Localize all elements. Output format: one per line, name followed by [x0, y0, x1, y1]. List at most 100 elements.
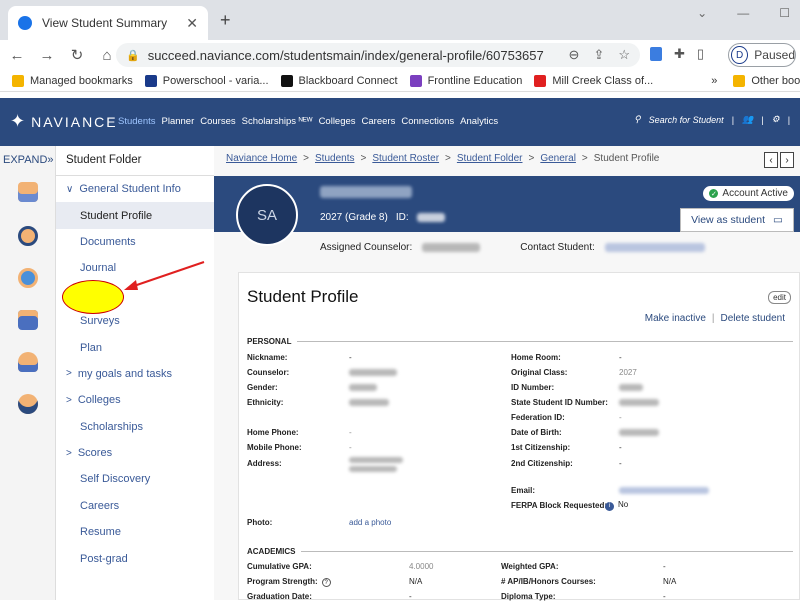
chevron-left-icon[interactable]: ‹ — [764, 152, 778, 168]
highlight-ellipse — [62, 280, 124, 314]
sidebar-item-careers[interactable]: Careers — [56, 493, 214, 519]
breadcrumb-general[interactable]: General — [540, 153, 576, 164]
gear-icon[interactable]: ⚙ — [772, 114, 780, 125]
folder-person-icon[interactable] — [18, 182, 38, 202]
status-badge: ✓ Account Active — [703, 186, 794, 201]
chevron-right-icon[interactable]: › — [780, 152, 794, 168]
cumulative-gpa-label: Cumulative GPA: — [247, 562, 312, 571]
sidebar-item-self-discovery[interactable]: Self Discovery — [56, 466, 214, 492]
avatar: SA — [236, 184, 298, 246]
chevron-right-icon: > — [66, 394, 72, 406]
citizenship-1-label: 1st Citizenship: — [511, 443, 571, 452]
sidebar-item-scholarships[interactable]: Scholarships — [56, 414, 214, 440]
naviance-logo[interactable]: ✦ NAVIANCE — [10, 111, 118, 132]
sidebar-item-resume[interactable]: Resume — [56, 519, 214, 545]
search-person-icon[interactable] — [18, 226, 38, 246]
sidebar-item-goals[interactable]: > my goals and tasks — [56, 361, 214, 387]
back-icon[interactable]: ← — [4, 47, 30, 64]
main-content: Naviance Home > Students > Student Roster >… — [214, 146, 800, 601]
bookmarks-overflow[interactable]: » — [711, 75, 717, 87]
sidepanel-icon[interactable]: ▯ — [697, 46, 704, 62]
nav-planner[interactable]: Planner — [162, 116, 195, 127]
sidebar-item-colleges[interactable]: > Colleges — [56, 387, 214, 413]
add-photo-link[interactable]: add a photo — [349, 518, 391, 527]
email-label: Email: — [511, 486, 536, 495]
minimize-icon[interactable]: — — [737, 6, 749, 20]
chevron-down-icon[interactable]: ⌄ — [697, 6, 707, 20]
other-bookmarks[interactable]: Other bookma — [733, 74, 800, 87]
mobile-phone-value: - — [349, 443, 352, 452]
close-tab-icon[interactable]: ✕ — [186, 15, 198, 32]
url-text: succeed.naviance.com/studentsmain/index/… — [147, 47, 544, 63]
edit-button[interactable]: edit — [768, 291, 791, 304]
bookmark-millcreek[interactable]: Mill Creek Class of... — [534, 74, 653, 87]
browser-tab[interactable]: View Student Summary ✕ — [8, 6, 208, 40]
expand-button[interactable]: EXPAND» — [3, 154, 54, 166]
counselor-value-redacted — [349, 369, 397, 378]
forward-icon[interactable]: → — [34, 47, 60, 64]
extension-icon[interactable] — [650, 47, 662, 61]
bookmark-powerschool[interactable]: Powerschool - varia... — [144, 74, 269, 87]
search-icon[interactable]: ⚲ — [634, 114, 641, 125]
nav-students[interactable]: Students — [118, 116, 156, 127]
delete-student-link[interactable]: Delete student — [721, 313, 786, 324]
nav-connections[interactable]: Connections — [401, 116, 454, 127]
support-icon[interactable] — [18, 268, 38, 288]
zoom-icon[interactable]: ⊖ — [569, 47, 580, 63]
restore-icon[interactable]: ☐ — [779, 6, 790, 20]
reload-icon[interactable]: ↻ — [64, 46, 90, 64]
search-student-link[interactable]: Search for Student — [649, 115, 724, 125]
profile-actions: Make inactive | Delete student — [644, 313, 786, 324]
sidebar-item-documents[interactable]: Documents — [56, 229, 214, 255]
make-inactive-link[interactable]: Make inactive — [645, 313, 706, 324]
ferpa-label: FERPA Block Requested: — [511, 501, 608, 510]
state-id-label: State Student ID Number: — [511, 398, 608, 407]
frontline-icon — [409, 74, 422, 87]
sidebar-item-student-profile[interactable]: Student Profile — [56, 202, 214, 229]
breadcrumb: Naviance Home > Students > Student Roster >… — [226, 153, 660, 164]
share-icon[interactable]: ⇪ — [593, 47, 604, 63]
extension-icons: ✚ ▯ — [650, 46, 704, 62]
home-room-label: Home Room: — [511, 353, 561, 362]
sidebar-item-plan[interactable]: Plan — [56, 334, 214, 360]
browser-toolbar: ← → ↻ ⌂ 🔒 succeed.naviance.com/studentsm… — [0, 40, 800, 70]
nav-colleges[interactable]: Colleges — [319, 116, 356, 127]
sidebar-item-scores[interactable]: > Scores — [56, 440, 214, 466]
email-redacted — [619, 487, 709, 496]
bookmarks-bar: Managed bookmarks Powerschool - varia...… — [0, 70, 800, 92]
sidebar-item-post-grad[interactable]: Post-grad — [56, 545, 214, 571]
breadcrumb-student-folder[interactable]: Student Folder — [457, 153, 523, 164]
lock-icon[interactable]: 🔒 — [126, 49, 140, 62]
view-as-student-button[interactable]: View as student ▭ — [680, 208, 794, 232]
address-value-redacted — [349, 457, 403, 472]
nav-careers[interactable]: Careers — [362, 116, 396, 127]
youtube-icon — [534, 74, 547, 87]
student-name-redacted — [320, 186, 412, 198]
nav-courses[interactable]: Courses — [200, 116, 235, 127]
info-icon[interactable]: i — [605, 502, 614, 511]
profile-button[interactable]: D Paused — [728, 43, 796, 67]
group-person-icon[interactable] — [18, 352, 38, 372]
nav-analytics[interactable]: Analytics — [460, 116, 498, 127]
list-person-icon[interactable] — [18, 310, 38, 330]
bookmark-star-icon[interactable]: ☆ — [618, 47, 630, 63]
sidebar-item-general-info[interactable]: ∨ General Student Info — [56, 176, 214, 202]
breadcrumb-student-roster[interactable]: Student Roster — [372, 153, 439, 164]
puzzle-icon[interactable]: ✚ — [674, 46, 685, 62]
bookmark-blackboard[interactable]: Blackboard Connect — [280, 74, 398, 87]
bookmark-managed[interactable]: Managed bookmarks — [12, 74, 133, 87]
ap-courses-label: # AP/IB/Honors Courses: — [501, 577, 596, 586]
people-icon[interactable]: 👥 — [742, 114, 753, 125]
transfer-person-icon[interactable] — [18, 394, 38, 414]
nav-scholarships[interactable]: Scholarships ᴺᴱᵂ — [242, 116, 313, 127]
help-icon[interactable]: ? — [321, 578, 331, 587]
breadcrumb-students[interactable]: Students — [315, 153, 354, 164]
blackboard-icon — [280, 74, 293, 87]
gender-value-redacted — [349, 384, 377, 393]
ferpa-value: i No — [605, 500, 628, 511]
new-tab-icon[interactable]: + — [220, 10, 231, 31]
bookmark-frontline[interactable]: Frontline Education — [409, 74, 522, 87]
address-bar[interactable]: 🔒 succeed.naviance.com/studentsmain/inde… — [116, 43, 640, 67]
breadcrumb-naviance-home[interactable]: Naviance Home — [226, 153, 297, 164]
counselor-redacted — [422, 243, 481, 252]
